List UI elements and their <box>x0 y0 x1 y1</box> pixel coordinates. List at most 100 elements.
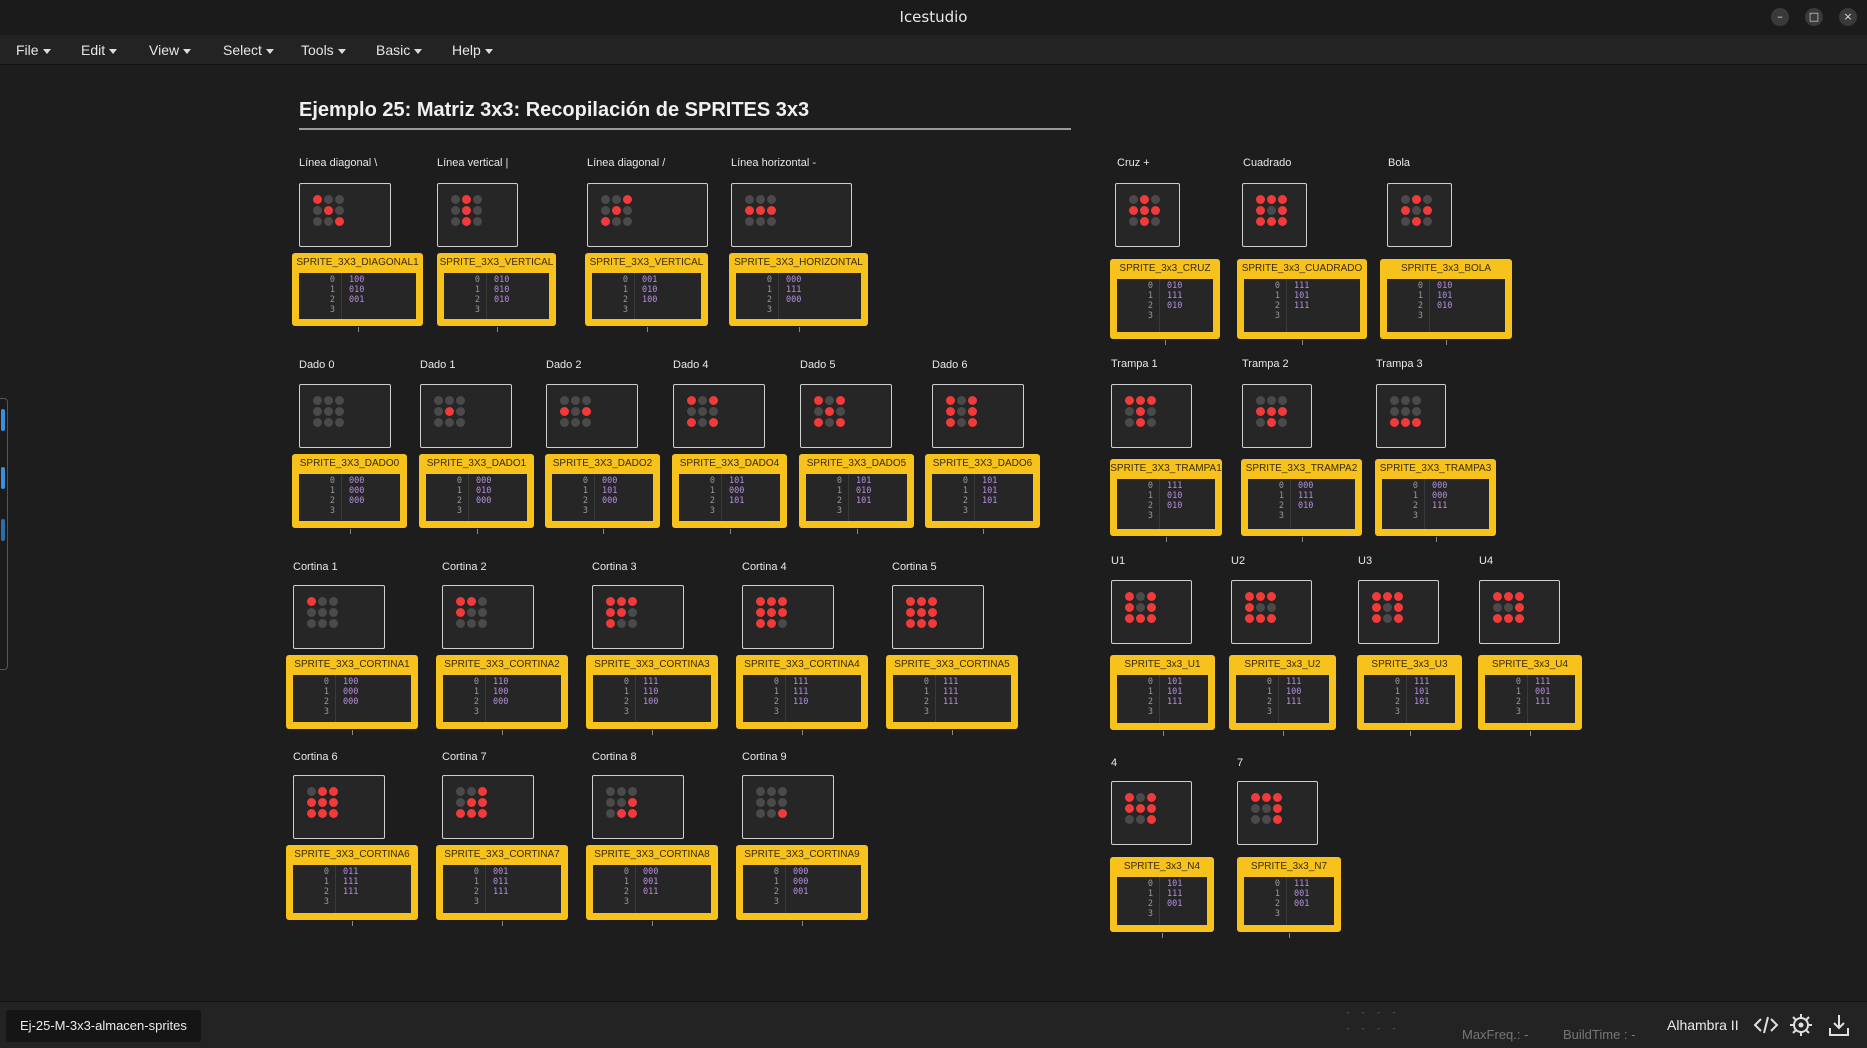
memory-block[interactable]: SPRITE_3X3_TRAMPA1 0 111 1 010 2 010 3 <box>1110 459 1222 536</box>
code-icon[interactable] <box>1753 1012 1779 1038</box>
output-port[interactable] <box>477 529 478 534</box>
memory-editor[interactable]: 0 101 1 111 2 001 3 <box>1117 877 1207 925</box>
memory-editor[interactable]: 0 011 1 111 2 111 3 <box>293 865 411 913</box>
memory-editor[interactable]: 0 010 1 101 2 010 3 <box>1387 279 1505 332</box>
memory-editor[interactable]: 0 000 1 000 2 001 3 <box>743 865 861 913</box>
led-matrix-display[interactable] <box>442 775 534 839</box>
memory-editor[interactable]: 0 100 1 010 2 001 3 <box>299 273 416 319</box>
memory-editor[interactable]: 0 000 1 111 2 010 3 <box>1248 479 1355 529</box>
led-matrix-display[interactable] <box>299 183 391 247</box>
memory-editor[interactable]: 0 100 1 000 2 000 3 <box>293 675 411 722</box>
memory-block[interactable]: SPRITE_3x3_U3 0 111 1 101 2 101 3 <box>1357 655 1462 730</box>
output-port[interactable] <box>1302 340 1303 345</box>
output-port[interactable] <box>603 529 604 534</box>
output-port[interactable] <box>652 921 653 926</box>
memory-block[interactable]: SPRITE_3X3_CORTINA1 0 100 1 000 2 000 3 <box>286 655 418 729</box>
led-matrix-display[interactable] <box>673 384 765 448</box>
output-port[interactable] <box>502 921 503 926</box>
memory-block[interactable]: SPRITE_3X3_DADO1 0 000 1 010 2 000 3 <box>419 454 534 528</box>
led-matrix-display[interactable] <box>1231 580 1312 644</box>
memory-editor[interactable]: 0 111 1 001 2 001 3 <box>1244 877 1334 925</box>
led-matrix-display[interactable] <box>587 183 708 247</box>
memory-block[interactable]: SPRITE_3X3_DIAGONAL1 0 100 1 010 2 001 3 <box>292 253 423 326</box>
upload-icon[interactable] <box>1826 1012 1852 1038</box>
output-port[interactable] <box>1166 537 1167 542</box>
minimize-button[interactable]: – <box>1771 8 1789 26</box>
memory-block[interactable]: SPRITE_3x3_U2 0 111 1 100 2 111 3 <box>1229 655 1336 730</box>
led-matrix-display[interactable] <box>592 585 684 649</box>
memory-block[interactable]: SPRITE_3X3_DADO0 0 000 1 000 2 000 3 <box>292 454 407 528</box>
memory-editor[interactable]: 0 010 1 010 2 010 3 <box>444 273 549 319</box>
memory-editor[interactable]: 0 110 1 100 2 000 3 <box>443 675 561 722</box>
restore-button[interactable]: □ <box>1805 8 1823 26</box>
memory-editor[interactable]: 0 111 1 010 2 010 3 <box>1117 479 1215 529</box>
memory-block[interactable]: SPRITE_3X3_HORIZONTAL 0 000 1 111 2 000 3 <box>729 253 868 326</box>
led-matrix-display[interactable] <box>293 585 385 649</box>
memory-block[interactable]: SPRITE_3x3_BOLA 0 010 1 101 2 010 3 <box>1380 259 1512 339</box>
led-matrix-display[interactable] <box>1111 384 1192 448</box>
output-port[interactable] <box>730 529 731 534</box>
memory-block[interactable]: SPRITE_3x3_U1 0 101 1 101 2 111 3 <box>1110 655 1215 730</box>
output-port[interactable] <box>1163 731 1164 736</box>
output-port[interactable] <box>1283 731 1284 736</box>
board-selector[interactable]: Alhambra II <box>1667 1017 1739 1033</box>
memory-editor[interactable]: 0 111 1 111 2 110 3 <box>743 675 861 722</box>
memory-block[interactable]: SPRITE_3X3_DADO4 0 101 1 000 2 101 3 <box>672 454 787 528</box>
led-matrix-display[interactable] <box>437 183 518 247</box>
output-port[interactable] <box>1165 340 1166 345</box>
memory-block[interactable]: SPRITE_3x3_CUADRADO 0 111 1 101 2 111 3 <box>1237 259 1367 339</box>
output-port[interactable] <box>497 327 498 332</box>
memory-editor[interactable]: 0 111 1 001 2 111 3 <box>1485 675 1575 723</box>
led-matrix-display[interactable] <box>1237 781 1318 845</box>
memory-block[interactable]: SPRITE_3X3_VERTICAL 0 001 1 010 2 100 3 <box>585 253 708 326</box>
output-port[interactable] <box>1302 537 1303 542</box>
led-matrix-display[interactable] <box>742 585 834 649</box>
memory-editor[interactable]: 0 000 1 001 2 011 3 <box>593 865 711 913</box>
output-port[interactable] <box>1436 537 1437 542</box>
memory-editor[interactable]: 0 000 1 010 2 000 3 <box>426 474 527 521</box>
led-matrix-display[interactable] <box>1358 580 1439 644</box>
memory-editor[interactable]: 0 000 1 111 2 000 3 <box>736 273 861 319</box>
sidebar-handle[interactable] <box>0 398 8 670</box>
output-port[interactable] <box>952 730 953 735</box>
memory-editor[interactable]: 0 101 1 101 2 111 3 <box>1117 675 1208 723</box>
menu-select[interactable]: Select <box>223 42 274 58</box>
output-port[interactable] <box>983 529 984 534</box>
memory-block[interactable]: SPRITE_3x3_N7 0 111 1 001 2 001 3 <box>1237 857 1341 932</box>
led-matrix-display[interactable] <box>592 775 684 839</box>
output-port[interactable] <box>358 327 359 332</box>
led-matrix-display[interactable] <box>800 384 892 448</box>
memory-block[interactable]: SPRITE_3X3_CORTINA2 0 110 1 100 2 000 3 <box>436 655 568 729</box>
memory-block[interactable]: SPRITE_3X3_CORTINA9 0 000 1 000 2 001 3 <box>736 845 868 920</box>
memory-editor[interactable]: 0 001 1 010 2 100 3 <box>592 273 701 319</box>
led-matrix-display[interactable] <box>1387 183 1452 247</box>
output-port[interactable] <box>647 327 648 332</box>
led-matrix-display[interactable] <box>1111 781 1192 845</box>
led-matrix-display[interactable] <box>1242 183 1307 247</box>
memory-editor[interactable]: 0 111 1 111 2 111 3 <box>893 675 1011 722</box>
led-matrix-display[interactable] <box>892 585 984 649</box>
memory-editor[interactable]: 0 000 1 000 2 000 3 <box>299 474 400 521</box>
memory-editor[interactable]: 0 001 1 011 2 111 3 <box>443 865 561 913</box>
output-port[interactable] <box>652 730 653 735</box>
memory-block[interactable]: SPRITE_3X3_TRAMPA2 0 000 1 111 2 010 3 <box>1241 459 1362 536</box>
led-matrix-display[interactable] <box>932 384 1024 448</box>
led-matrix-display[interactable] <box>1111 580 1192 644</box>
memory-block[interactable]: SPRITE_3X3_VERTICAL 0 010 1 010 2 010 3 <box>437 253 556 326</box>
output-port[interactable] <box>502 730 503 735</box>
close-button[interactable]: × <box>1839 8 1857 26</box>
output-port[interactable] <box>352 730 353 735</box>
design-canvas[interactable] <box>0 66 1867 1001</box>
gear-icon[interactable] <box>1788 1012 1814 1038</box>
memory-editor[interactable]: 0 000 1 101 2 000 3 <box>552 474 653 521</box>
led-matrix-display[interactable] <box>420 384 512 448</box>
memory-editor[interactable]: 0 101 1 000 2 101 3 <box>679 474 780 521</box>
memory-block[interactable]: SPRITE_3X3_TRAMPA3 0 000 1 000 2 111 3 <box>1375 459 1496 536</box>
output-port[interactable] <box>1162 933 1163 938</box>
output-port[interactable] <box>1446 340 1447 345</box>
output-port[interactable] <box>857 529 858 534</box>
output-port[interactable] <box>350 529 351 534</box>
memory-editor[interactable]: 0 111 1 110 2 100 3 <box>593 675 711 722</box>
memory-editor[interactable]: 0 010 1 111 2 010 3 <box>1117 279 1213 332</box>
memory-block[interactable]: SPRITE_3X3_CORTINA7 0 001 1 011 2 111 3 <box>436 845 568 920</box>
